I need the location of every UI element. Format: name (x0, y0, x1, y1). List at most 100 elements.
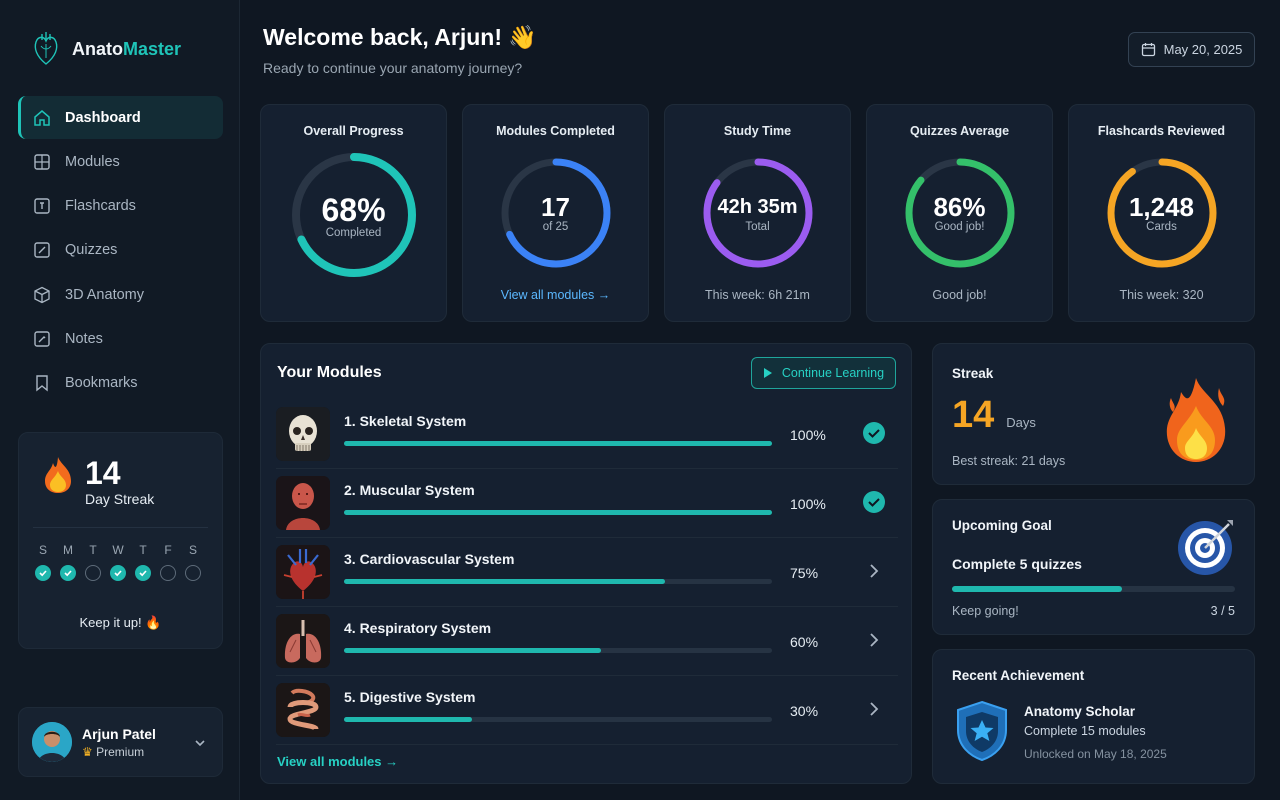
module-progress-bar (344, 648, 772, 653)
streak-day: F (160, 543, 176, 581)
app-logo[interactable]: AnatoMaster (32, 30, 181, 68)
cube-icon (34, 286, 50, 303)
module-row[interactable]: 2. Muscular System 100% (276, 470, 898, 538)
best-streak: Best streak: 21 days (952, 454, 1066, 468)
sidebar-item-quizzes[interactable]: Quizzes (18, 229, 223, 272)
goal-progress-bar (952, 586, 1235, 592)
view-all-modules-link[interactable]: View all modules → (463, 288, 648, 302)
chevron-right-icon[interactable] (863, 629, 885, 651)
streak-card-count: 14 (952, 394, 995, 436)
ring-center: 1,248 Cards (1069, 193, 1254, 233)
module-percent: 60% (790, 634, 819, 650)
notes-icon (34, 331, 50, 347)
check-icon (35, 565, 51, 581)
achievement-desc: Complete 15 modules (1024, 724, 1146, 738)
sidebar-item-modules[interactable]: Modules (18, 140, 223, 183)
achievement-card-title: Recent Achievement (952, 668, 1085, 683)
stat-value: 1,248 (1128, 192, 1195, 222)
user-profile-card[interactable]: Arjun Patel ♛ Premium (18, 707, 223, 777)
check-icon (110, 565, 126, 581)
sidebar-item-notes[interactable]: Notes (18, 317, 223, 360)
calendar-icon (1141, 43, 1155, 57)
recent-achievement-card: Recent Achievement Anatomy Scholar Compl… (932, 649, 1255, 784)
divider (33, 527, 208, 528)
stat-sub: of 25 (542, 221, 569, 233)
streak-day-letter: M (63, 543, 73, 557)
ring-center: 42h 35m Total (665, 193, 850, 233)
module-row[interactable]: 3. Cardiovascular System 75% (276, 539, 898, 607)
home-icon (34, 109, 50, 126)
skull-thumbnail (276, 407, 330, 461)
streak-label: Day Streak (85, 491, 155, 507)
sidebar-item-flashcards[interactable]: Flashcards (18, 185, 223, 228)
sidebar-nav: Dashboard Modules Flashcards Quizzes 3D … (18, 96, 223, 406)
module-row[interactable]: 5. Digestive System 30% (276, 677, 898, 745)
streak-day-letter: W (112, 543, 124, 557)
quizzes-icon (34, 242, 50, 259)
stat-value: 17 (541, 192, 570, 222)
continue-learning-button[interactable]: Continue Learning (751, 357, 896, 389)
goal-note: Keep going! (952, 604, 1019, 618)
sidebar-item-dashboard[interactable]: Dashboard (18, 96, 223, 139)
streak-day-letter: S (188, 543, 197, 557)
gut-thumbnail (276, 683, 330, 737)
module-percent: 100% (790, 427, 826, 443)
sidebar: AnatoMaster Dashboard Modules Flashcards… (0, 0, 240, 800)
sidebar-item-3d-anatomy[interactable]: 3D Anatomy (18, 273, 223, 316)
play-icon (763, 368, 772, 378)
goal-text: Complete 5 quizzes (952, 556, 1082, 572)
page-subtitle: Ready to continue your anatomy journey? (263, 60, 523, 76)
chevron-down-icon[interactable] (193, 736, 207, 750)
view-all-modules-link[interactable]: View all modules → (277, 754, 398, 769)
upcoming-goal-card: Upcoming Goal Complete 5 quizzes Keep go… (932, 499, 1255, 635)
ring-center: 68% Completed (261, 193, 446, 239)
streak-count: 14 (85, 455, 121, 491)
streak-day-letter: S (38, 543, 47, 557)
module-progress-bar (344, 441, 772, 446)
stat-sub: Total (745, 221, 770, 233)
flame-icon (45, 457, 71, 493)
module-name: 4. Respiratory System (344, 620, 492, 636)
crown-icon: ♛ (82, 744, 93, 759)
shield-star-icon (957, 700, 1007, 762)
streak-week: SMTWTFS (35, 543, 201, 581)
empty-day-dot (85, 565, 101, 581)
ring-center: 86% Good job! (867, 193, 1052, 233)
stat-value: 86% (933, 192, 986, 222)
module-percent: 100% (790, 496, 826, 512)
stat-value: 68% (321, 192, 386, 228)
chevron-right-icon[interactable] (863, 698, 885, 720)
stat-value: 42h 35m (717, 196, 798, 218)
stat-card: Overall Progress 68% Completed (260, 104, 447, 322)
streak-card: Streak 14 Days Best streak: 21 days (932, 343, 1255, 485)
heart-thumbnail (276, 545, 330, 599)
achievement-name: Anatomy Scholar (1024, 704, 1136, 719)
goal-count: 3 / 5 (1210, 604, 1235, 618)
sidebar-item-label: Quizzes (65, 242, 118, 259)
module-row[interactable]: 1. Skeletal System 100% (276, 401, 898, 469)
date-picker-button[interactable]: May 20, 2025 (1128, 32, 1255, 67)
stat-card: Quizzes Average 86% Good job! Good job! (866, 104, 1053, 322)
module-name: 1. Skeletal System (344, 413, 467, 429)
page-title: Welcome back, Arjun! 👋 (263, 24, 538, 50)
stat-card: Flashcards Reviewed 1,248 Cards This week: … (1068, 104, 1255, 322)
module-progress-bar (344, 717, 772, 722)
module-row[interactable]: 4. Respiratory System 60% (276, 608, 898, 676)
stat-footnote: This week: 6h 21m (705, 288, 810, 302)
sidebar-item-label: Flashcards (65, 198, 136, 215)
sidebar-item-label: Bookmarks (65, 375, 138, 392)
streak-day: M (60, 543, 76, 581)
main-content: Welcome back, Arjun! 👋 Ready to continue… (240, 0, 1280, 800)
streak-day: S (185, 543, 201, 581)
user-tier: ♛ Premium (82, 744, 145, 759)
chevron-right-icon[interactable] (863, 560, 885, 582)
stat-sub: Completed (325, 227, 382, 239)
sidebar-item-label: Notes (65, 330, 103, 347)
check-icon (135, 565, 151, 581)
stat-card: Modules Completed 17 of 25 View all modules… (462, 104, 649, 322)
sidebar-item-bookmarks[interactable]: Bookmarks (18, 362, 223, 405)
module-percent: 75% (790, 565, 819, 581)
module-progress-bar (344, 579, 772, 584)
modules-title: Your Modules (277, 364, 382, 381)
stat-footnote: This week: 320 (1119, 288, 1204, 302)
